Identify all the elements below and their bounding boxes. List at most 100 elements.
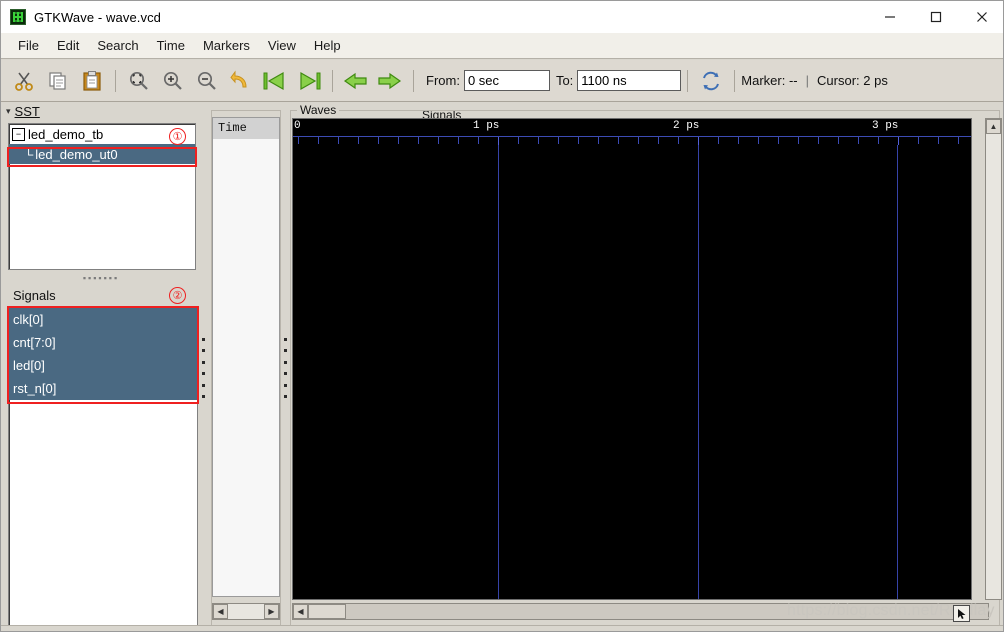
- menu-edit[interactable]: Edit: [48, 35, 88, 56]
- annotation-marker-2: ②: [169, 287, 186, 304]
- ruler-tick: [678, 137, 679, 144]
- prev-edge-icon[interactable]: [341, 66, 371, 96]
- chevron-down-icon[interactable]: ▾: [6, 106, 11, 117]
- next-edge-icon[interactable]: [375, 66, 405, 96]
- left-panel: ▾ SST − led_demo_tb └ led_demo_ut0 ▪▪▪▪▪…: [1, 103, 201, 631]
- window-controls: [867, 1, 1003, 33]
- tree-elbow-icon: └: [24, 146, 34, 162]
- ruler-tick: [578, 137, 579, 144]
- wave-signals-hscrollbar[interactable]: ◀ ▶: [212, 603, 280, 620]
- scroll-up-icon[interactable]: ▲: [986, 119, 1001, 134]
- menu-view[interactable]: View: [259, 35, 305, 56]
- ruler-tick: [658, 137, 659, 144]
- menu-time[interactable]: Time: [148, 35, 194, 56]
- ruler-tick: [858, 137, 859, 144]
- ruler-tick: [758, 137, 759, 144]
- waves-vscrollbar[interactable]: ▲: [985, 118, 1002, 600]
- ruler-tick: [898, 137, 899, 145]
- scroll-left-icon[interactable]: ◀: [293, 604, 308, 619]
- tree-row-led-demo-ut0[interactable]: └ led_demo_ut0: [9, 144, 195, 164]
- hscrollbar-thumb[interactable]: [308, 604, 346, 619]
- ruler-tick: [378, 137, 379, 144]
- marker-status: Marker: --: [741, 73, 798, 88]
- ruler-tick: [558, 137, 559, 144]
- ruler-tick: [338, 137, 339, 144]
- go-start-icon[interactable]: [260, 66, 290, 96]
- from-input[interactable]: [463, 70, 550, 91]
- maximize-button[interactable]: [913, 1, 959, 33]
- paste-icon[interactable]: [77, 66, 107, 96]
- cut-icon[interactable]: [9, 66, 39, 96]
- title-bar: GTKWave - wave.vcd: [1, 1, 1003, 33]
- ruler-baseline: [293, 136, 971, 137]
- gtkwave-window: GTKWave - wave.vcd File Edit Search Time…: [0, 0, 1004, 632]
- ruler-tick: [458, 137, 459, 144]
- zoom-fit-icon[interactable]: [124, 66, 154, 96]
- ruler-tick: [618, 137, 619, 144]
- menu-search[interactable]: Search: [88, 35, 147, 56]
- status-bar: [1, 625, 1003, 631]
- ruler-origin-label: 0: [294, 120, 301, 132]
- minimize-button[interactable]: [867, 1, 913, 33]
- scroll-right-icon[interactable]: ▶: [264, 604, 279, 619]
- reload-icon[interactable]: [696, 66, 726, 96]
- wave-gridline: [498, 119, 499, 599]
- list-item[interactable]: cnt[7:0]: [9, 331, 197, 354]
- ruler-tick: [718, 137, 719, 144]
- waves-group-label: Waves: [297, 103, 340, 117]
- ruler-tick: [958, 137, 959, 144]
- ruler-tick: [698, 137, 699, 145]
- menu-file[interactable]: File: [9, 35, 48, 56]
- ruler-tick: [818, 137, 819, 144]
- ruler-tick: [598, 137, 599, 144]
- wave-signal-name-list[interactable]: Time: [212, 117, 280, 597]
- ruler-tick: [638, 137, 639, 144]
- ruler-tick-label: 1 ps: [473, 120, 500, 132]
- ruler-tick: [398, 137, 399, 144]
- sst-title: SST: [14, 104, 40, 119]
- ruler-tick-label: 3 ps: [872, 120, 899, 132]
- ruler-tick: [918, 137, 919, 144]
- horizontal-splitter[interactable]: ▪▪▪▪▪▪▪: [1, 273, 201, 283]
- toolbar-separator: [115, 69, 116, 92]
- undo-icon[interactable]: [226, 66, 256, 96]
- signal-list[interactable]: clk[0] cnt[7:0] led[0] rst_n[0]: [8, 307, 198, 631]
- ruler-tick: [498, 137, 499, 145]
- tree-row-led-demo-tb[interactable]: − led_demo_tb: [9, 124, 195, 144]
- waves-panel: Waves 0 1 ps 2 ps 3 ps ▲ ◀: [289, 103, 1003, 631]
- list-item[interactable]: rst_n[0]: [9, 377, 197, 400]
- time-ruler[interactable]: 0 1 ps 2 ps 3 ps: [293, 119, 971, 145]
- ruler-tick: [878, 137, 879, 144]
- toolbar-separator-2: [332, 69, 333, 92]
- to-input[interactable]: [577, 70, 682, 91]
- list-item[interactable]: clk[0]: [9, 308, 197, 331]
- ruler-tick: [798, 137, 799, 144]
- go-end-icon[interactable]: [294, 66, 324, 96]
- ruler-tick: [438, 137, 439, 144]
- ruler-tick: [938, 137, 939, 144]
- collapse-icon[interactable]: −: [12, 127, 25, 141]
- zoom-out-icon[interactable]: [192, 66, 222, 96]
- mouse-cursor-icon: [953, 605, 970, 622]
- to-label: To:: [555, 73, 574, 88]
- tree-item-label: led_demo_tb: [28, 126, 104, 142]
- window-title: GTKWave - wave.vcd: [34, 9, 162, 25]
- splitter-grip: [202, 338, 206, 398]
- wave-gridline: [897, 119, 898, 599]
- ruler-tick: [318, 137, 319, 144]
- cursor-status: Cursor: 2 ps: [817, 73, 888, 88]
- sst-tree-panel[interactable]: − led_demo_tb └ led_demo_ut0: [8, 123, 196, 270]
- sst-header[interactable]: ▾ SST: [6, 104, 40, 119]
- scroll-left-icon[interactable]: ◀: [213, 604, 228, 619]
- status-separator: |: [805, 73, 810, 88]
- menu-bar: File Edit Search Time Markers View Help: [1, 33, 1003, 59]
- close-button[interactable]: [959, 1, 1003, 33]
- menu-markers[interactable]: Markers: [194, 35, 259, 56]
- tree-item-label: led_demo_ut0: [35, 146, 118, 162]
- ruler-tick: [478, 137, 479, 144]
- zoom-in-icon[interactable]: [158, 66, 188, 96]
- copy-icon[interactable]: [43, 66, 73, 96]
- list-item[interactable]: led[0]: [9, 354, 197, 377]
- wave-drawing-area[interactable]: 0 1 ps 2 ps 3 ps: [292, 118, 972, 600]
- menu-help[interactable]: Help: [305, 35, 350, 56]
